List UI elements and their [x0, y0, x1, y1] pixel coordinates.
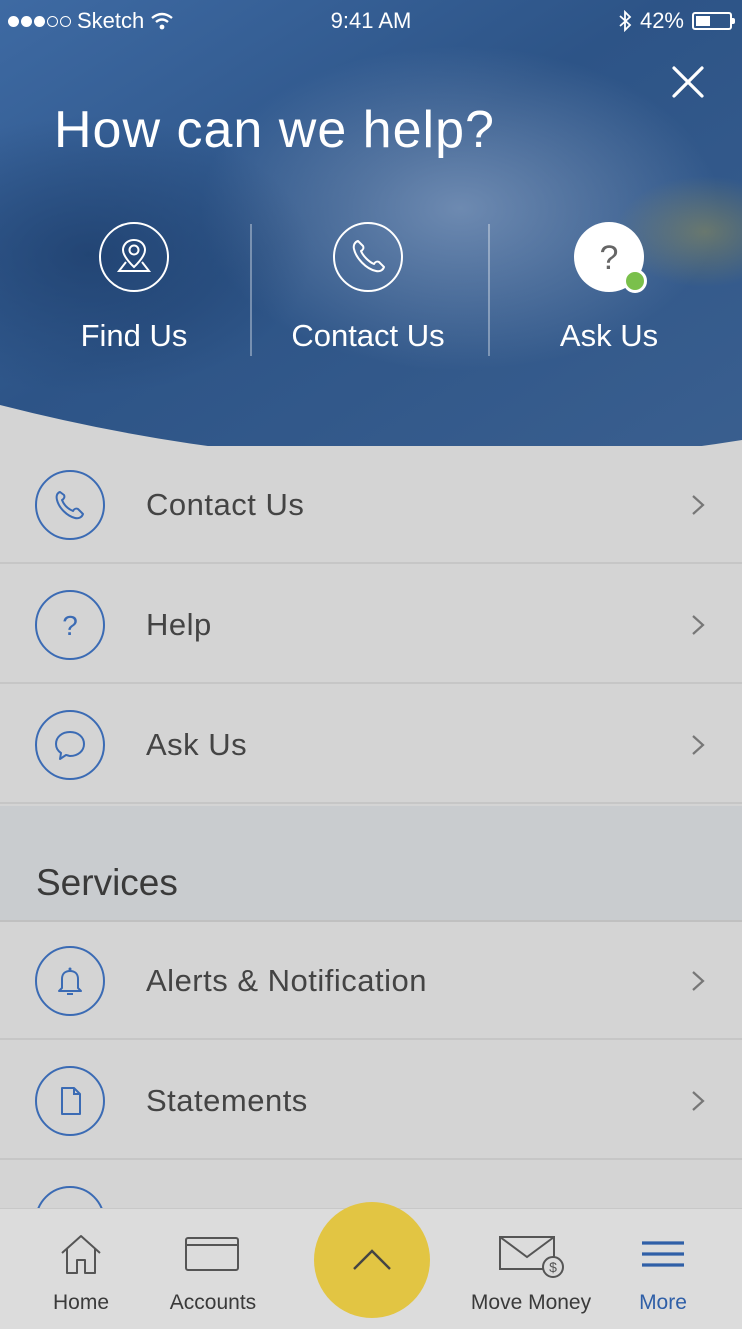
list-item-label: Statements [146, 1083, 308, 1118]
list-item-label: Ask Us [146, 727, 248, 762]
location-pin-icon [99, 222, 169, 292]
online-status-dot [623, 269, 647, 293]
phone-icon [333, 222, 403, 292]
hero-title: How can we help? [54, 101, 495, 159]
quick-action-contact-us[interactable]: Contact Us [280, 222, 456, 362]
list-item-help[interactable]: ? Help [0, 566, 742, 684]
envelope-money-icon: $ [466, 1229, 596, 1279]
menu-icon [598, 1229, 728, 1279]
tab-move-money[interactable]: $ Move Money [466, 1209, 596, 1329]
quick-action-find-us[interactable]: Find Us [54, 222, 214, 362]
list-item-label: Alerts & Notification [146, 963, 427, 998]
card-icon [148, 1229, 278, 1279]
help-chat-icon: ? [574, 222, 647, 293]
tab-home[interactable]: Home [16, 1209, 146, 1329]
svg-text:?: ? [600, 239, 619, 277]
list-item-label: Contact Us [146, 487, 305, 522]
chevron-up-icon [353, 1249, 391, 1270]
question-icon: ? [35, 590, 105, 660]
tab-more[interactable]: More [598, 1209, 728, 1329]
svg-text:?: ? [62, 610, 78, 641]
quick-menu-button[interactable] [314, 1202, 430, 1318]
list-item-alerts-notification[interactable]: Alerts & Notification [0, 922, 742, 1040]
quick-action-ask-us[interactable]: ? Ask Us [530, 222, 688, 362]
tab-label: Move Money [470, 1291, 592, 1314]
divider [250, 224, 252, 356]
chevron-right-icon [692, 971, 705, 991]
section-title: Services [36, 862, 178, 903]
bell-icon [35, 946, 105, 1016]
chevron-right-icon [692, 735, 705, 755]
chevron-right-icon [692, 1091, 705, 1111]
tab-label: More [639, 1291, 687, 1314]
battery-percent: 42% [639, 8, 684, 33]
status-right: 42% [618, 8, 735, 34]
tab-label: Home [52, 1291, 110, 1314]
divider [488, 224, 490, 356]
list-item-ask-us[interactable]: Ask Us [0, 686, 742, 804]
help-hero-panel: Sketch 9:41 AM 42% How can we help? Find… [0, 0, 742, 470]
list-item-contact-us[interactable]: Contact Us [0, 446, 742, 564]
services-section-header: Services [0, 806, 742, 922]
list-item-statements[interactable]: Statements [0, 1042, 742, 1160]
tab-accounts[interactable]: Accounts [148, 1209, 278, 1329]
list-item-label: Help [146, 607, 212, 642]
home-icon [16, 1229, 146, 1279]
quick-action-label: Find Us [80, 318, 188, 353]
document-icon [35, 1066, 105, 1136]
chevron-right-icon [692, 495, 705, 515]
bluetooth-icon [619, 10, 632, 32]
status-bar: Sketch 9:41 AM 42% [0, 0, 742, 42]
chat-bubble-icon [35, 710, 105, 780]
battery-icon [692, 12, 735, 30]
chevron-right-icon [692, 615, 705, 635]
quick-action-label: Contact Us [291, 318, 445, 353]
tab-label: Accounts [169, 1291, 257, 1314]
close-icon[interactable] [670, 64, 706, 100]
phone-icon [35, 470, 105, 540]
svg-text:$: $ [549, 1259, 557, 1275]
quick-action-label: Ask Us [559, 318, 659, 353]
